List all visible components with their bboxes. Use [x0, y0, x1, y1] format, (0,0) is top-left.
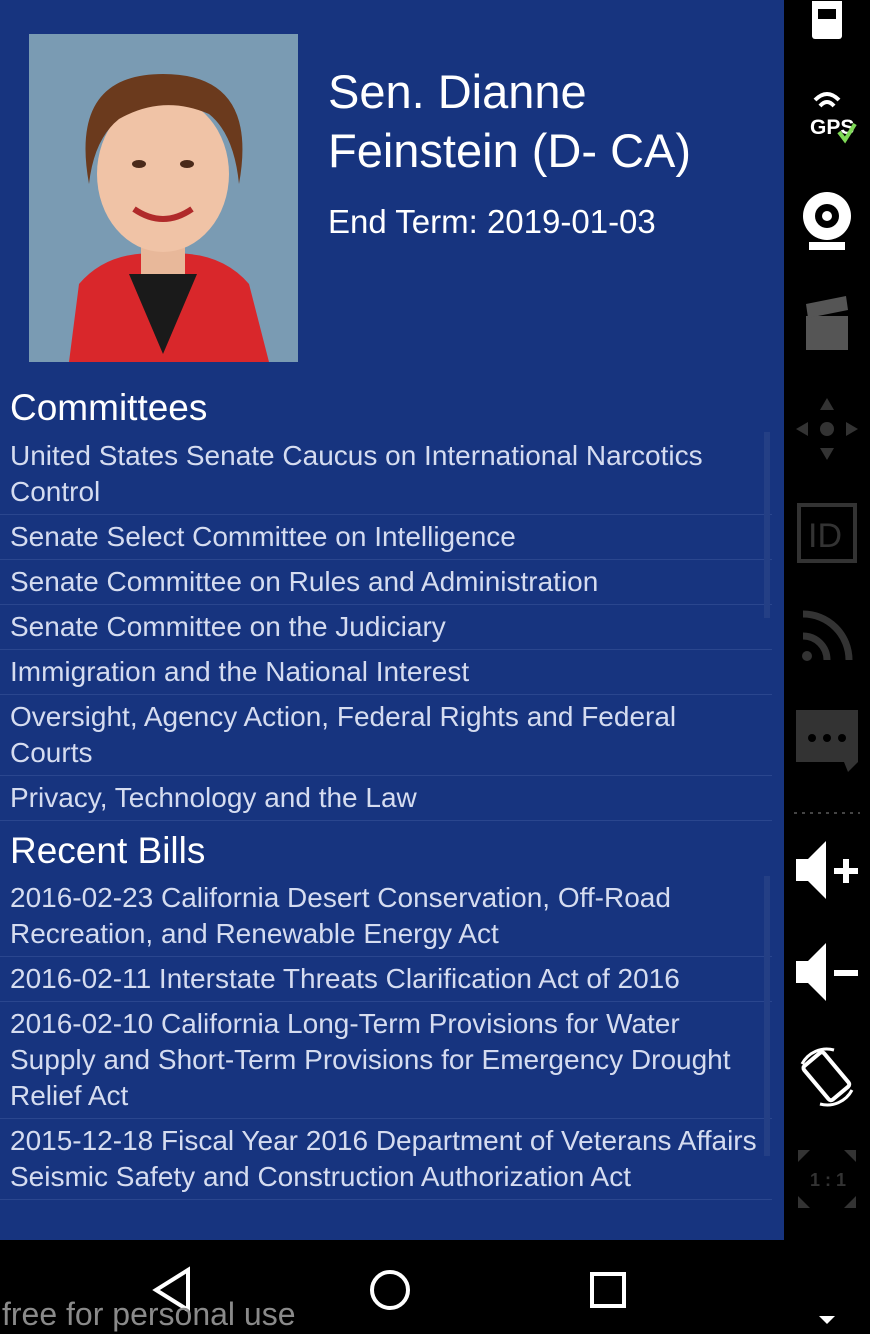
committees-scrollbar[interactable]	[764, 432, 770, 618]
committees-heading: Committees	[10, 387, 208, 428]
bill-item[interactable]: 2016-02-10 California Long-Term Provisio…	[0, 1002, 772, 1119]
volume-down-icon[interactable]	[784, 940, 870, 1004]
battery-icon[interactable]	[784, 0, 870, 42]
gps-icon[interactable]: GPS	[784, 86, 870, 146]
senator-detail-screen: Sen. Dianne Feinstein (D- CA) End Term: …	[0, 0, 784, 1240]
senator-name: Sen. Dianne Feinstein (D- CA)	[328, 65, 692, 177]
chevron-down-icon[interactable]	[784, 1310, 870, 1330]
clapperboard-icon[interactable]	[784, 292, 870, 354]
side-divider	[784, 808, 870, 818]
committee-item[interactable]: Immigration and the National Interest	[0, 650, 772, 695]
rss-icon[interactable]	[784, 604, 870, 664]
home-button[interactable]	[360, 1260, 420, 1320]
message-icon[interactable]	[784, 708, 870, 774]
id-label: ID	[808, 517, 842, 555]
bills-scrollbar[interactable]	[764, 876, 770, 1156]
id-icon[interactable]: ID	[784, 500, 870, 566]
recent-bills-heading: Recent Bills	[10, 830, 206, 871]
bill-item[interactable]: 2015-12-18 Fiscal Year 2016 Department o…	[0, 1119, 772, 1200]
scale-label: 1 : 1	[810, 1170, 846, 1190]
committee-item[interactable]: Senate Committee on the Judiciary	[0, 605, 772, 650]
watermark-text: free for personal use	[2, 1296, 296, 1332]
dpad-icon[interactable]	[784, 396, 870, 462]
rotate-icon[interactable]	[784, 1044, 870, 1110]
end-term: End Term: 2019-01-03	[328, 203, 656, 240]
committee-item[interactable]: United States Senate Caucus on Internati…	[0, 434, 772, 515]
bill-item[interactable]: 2016-02-11 Interstate Threats Clarificat…	[0, 957, 772, 1002]
senator-photo	[29, 34, 298, 362]
scale-icon[interactable]: 1 : 1	[784, 1146, 870, 1212]
webcam-icon[interactable]	[784, 188, 870, 254]
emulator-side-panel: GPS ID 1 : 1	[784, 0, 870, 1334]
committee-item[interactable]: Oversight, Agency Action, Federal Rights…	[0, 695, 772, 776]
committee-item[interactable]: Senate Select Committee on Intelligence	[0, 515, 772, 560]
committees-list: United States Senate Caucus on Internati…	[0, 434, 772, 821]
volume-up-icon[interactable]	[784, 838, 870, 902]
committee-item[interactable]: Privacy, Technology and the Law	[0, 776, 772, 821]
recent-bills-list: 2016-02-23 California Desert Conservatio…	[0, 876, 772, 1200]
committee-item[interactable]: Senate Committee on Rules and Administra…	[0, 560, 772, 605]
recents-button[interactable]	[578, 1260, 638, 1320]
bill-item[interactable]: 2016-02-23 California Desert Conservatio…	[0, 876, 772, 957]
